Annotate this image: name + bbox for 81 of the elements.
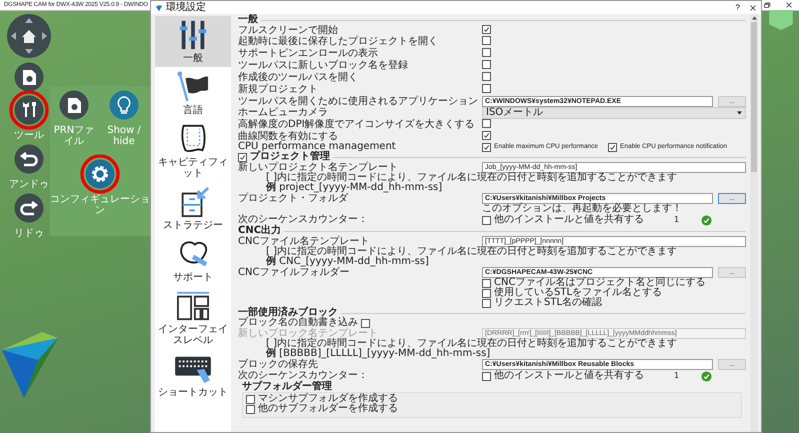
checkbox[interactable] [246, 394, 255, 404]
restart-note: このオプションは、再起動を必要とします！ [482, 204, 683, 214]
checkbox[interactable] [238, 152, 247, 162]
scrollbar-thumb[interactable] [751, 22, 757, 172]
setting-label: CNCファイル名テンプレート [238, 236, 370, 246]
setting-label: ツールパスに新しいブロック名を登録 [238, 61, 409, 71]
checkbox-label: 他のインストールと値を共有する [494, 215, 644, 225]
setting-label: 起動時に最後に保存したプロジェクトを開く [238, 37, 439, 47]
checkbox-label: リクエストSTL名の確認 [494, 298, 602, 308]
setting-label: CPU performance management [238, 142, 397, 152]
close-icon[interactable] [749, 4, 757, 12]
section-title: CNC出力 [238, 226, 282, 236]
checkbox-label: マシンサブフォルダを作成する [258, 394, 398, 404]
checkbox[interactable] [482, 60, 491, 69]
checkbox[interactable] [608, 142, 618, 152]
checkbox-label: 他のインストールと値を共有する [494, 371, 644, 381]
setting-label: 新しいプロジェクト名テンプレート [238, 162, 399, 172]
help-text: [ ]内に指定の時間コードにより、ファイル名に現在の日付と時刻を追加することができます [266, 339, 678, 349]
setting-label: CNCファイルフォルダー [238, 268, 350, 278]
setting-label: ブロック名の自動書き込み [238, 318, 358, 328]
setting-label: 作成後のツールパスを開く [238, 73, 359, 83]
help-text: 例 [BBBBB]_[LLLLL]_[yyyy-MM-dd_hh-mm-ss] [266, 349, 492, 359]
checkbox[interactable] [482, 278, 491, 288]
checkbox[interactable] [246, 404, 255, 414]
checkbox-label: 他のサブフォルダーを作成する [258, 404, 398, 414]
dialog-title: 環境設定 [166, 2, 206, 13]
checkmark-icon[interactable] [701, 214, 712, 226]
setting-label: プロジェクト・フォルダ [238, 194, 350, 204]
setting-label: ツールパスを開くために使用されるアプリケーション [238, 96, 479, 106]
counter-value: 1 [674, 215, 680, 225]
setting-label: 新規プロジェクト [238, 85, 319, 95]
checkbox-label: CNCファイル名はプロジェクト名と同じにする [494, 278, 706, 288]
setting-label: 新しいブロック名テンプレート [238, 328, 379, 338]
lightbulb-icon[interactable] [109, 90, 139, 120]
section-title: プロジェクト管理 [250, 152, 330, 162]
setting-label: 曲線関数を有効にする [238, 132, 339, 142]
setting-label: ブロックの保存先 [238, 360, 319, 370]
setting-label: ホームビューカメラ [238, 108, 329, 118]
scroll-up-icon[interactable] [752, 16, 756, 20]
checkbox[interactable] [482, 372, 491, 380]
help-button[interactable]: ? [730, 2, 746, 12]
checkbox[interactable] [482, 142, 491, 152]
restore-icon[interactable] [763, 1, 771, 9]
navigation-control[interactable] [6, 13, 52, 59]
setting-label: フルスクリーンで開始 [238, 26, 339, 36]
checkbox[interactable] [482, 36, 491, 45]
redo-icon[interactable] [14, 193, 44, 223]
checkbox[interactable] [482, 119, 491, 128]
checkbox[interactable] [482, 216, 491, 224]
checkbox[interactable] [482, 288, 491, 298]
checkbox[interactable] [482, 84, 491, 93]
setting-label: 高解像度のDPI解像度でアイコンサイズを大きくする [238, 120, 476, 130]
undo-icon[interactable] [14, 144, 44, 174]
checkbox[interactable] [482, 72, 491, 81]
help-text: [ ]内に指定の時間コードにより、ファイル名に現在の日付と時刻を追加することができます [266, 173, 678, 183]
checkbox-label: 使用しているSTLをファイル名とする [494, 288, 662, 298]
camera-dropdown[interactable]: ISOメートル [482, 107, 746, 119]
section-title: 一部使用済みブロック [238, 308, 338, 318]
help-text: [ ]内に指定の時間コードにより、ファイル名に現在の日付と時刻を追加することができます [266, 247, 678, 257]
section-title: 一般 [238, 15, 258, 25]
help-text: 例 project_[yyyy-MM-dd_hh-mm-ss] [266, 183, 444, 193]
checkbox[interactable] [482, 48, 491, 57]
checkbox[interactable] [482, 25, 491, 34]
file-button[interactable] [14, 62, 44, 92]
category-item[interactable]: 一般 [155, 16, 231, 67]
scrollbar[interactable] [750, 14, 758, 432]
group-title: サブフォルダー管理 [242, 381, 332, 392]
setting-label: 次のシーケンスカウンター： [238, 215, 369, 225]
document-icon[interactable] [59, 90, 89, 120]
dropdown-arrow-icon [737, 111, 742, 115]
setting-label: 次のシーケンスカウンター： [238, 371, 369, 381]
layout-icon [174, 290, 212, 322]
counter-value: 1 [674, 371, 680, 381]
close-icon[interactable] [785, 1, 793, 9]
checkbox[interactable] [482, 131, 491, 140]
setting-label: サポートピンエンロールの表示 [238, 49, 379, 59]
checkbox[interactable] [482, 298, 491, 308]
app-icon [155, 4, 163, 12]
checkbox[interactable] [361, 318, 370, 328]
checkmark-icon[interactable] [701, 370, 712, 382]
help-text: 例 CNC_[yyyy-MM-dd_hh-mm-ss] [266, 257, 430, 267]
